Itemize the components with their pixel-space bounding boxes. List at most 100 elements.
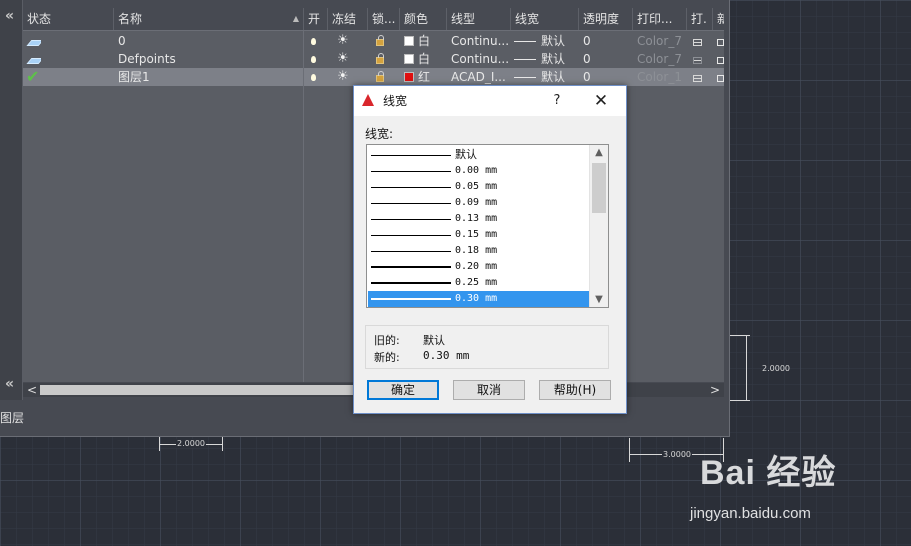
scroll-left-icon[interactable]: < (27, 383, 37, 397)
dimension-line (629, 438, 630, 462)
scroll-up-icon[interactable]: ▲ (590, 147, 608, 158)
layer-linetype[interactable]: Continu... (451, 32, 509, 50)
printer-icon[interactable] (689, 32, 702, 50)
lineweight-dialog: 线宽 ? ✕ 线宽: 默认 0.00 mm 0.05 mm 0.09 mm 0.… (353, 85, 627, 414)
column-header-freeze[interactable]: 冻结 (328, 8, 368, 30)
layer-lineweight-value: 默认 (541, 70, 566, 84)
lineweight-option[interactable]: 0.20 mm (368, 259, 590, 275)
column-header-linetype[interactable]: 线型 (447, 8, 511, 30)
layer-name[interactable]: Defpoints (118, 50, 176, 68)
lineweight-option-selected[interactable]: 0.30 mm (368, 291, 590, 307)
new-viewport-freeze-icon[interactable] (713, 68, 724, 86)
layer-plot-style[interactable]: Color_7 (637, 50, 682, 68)
layer-color[interactable]: 红 (404, 68, 430, 86)
column-header-name-label: 名称 (118, 12, 143, 26)
lineweight-option-label: 0.25 mm (455, 277, 498, 288)
scroll-down-icon[interactable]: ▼ (590, 294, 608, 305)
ok-button[interactable]: 确定 (367, 380, 439, 400)
layer-transparency[interactable]: 0 (583, 68, 591, 86)
lineweight-info-box: 旧的: 默认 新的: 0.30 mm (365, 325, 609, 369)
old-lineweight-value: 默认 (423, 334, 445, 347)
layer-lineweight-value: 默认 (541, 52, 566, 66)
watermark-url: jingyan.baidu.com (690, 505, 811, 522)
layer-transparency[interactable]: 0 (583, 32, 591, 50)
layer-lineweight[interactable]: 默认 (514, 68, 565, 86)
dialog-titlebar[interactable]: 线宽 ? ✕ (354, 86, 626, 116)
new-lineweight-value: 0.30 mm (423, 349, 470, 362)
help-button[interactable]: 帮助(H) (539, 380, 611, 400)
help-icon[interactable]: ? (551, 86, 563, 116)
layer-color[interactable]: 白 (404, 32, 430, 50)
sun-thaw-icon[interactable]: ☀ (337, 32, 349, 50)
layer-plot-style[interactable]: Color_1 (637, 68, 682, 86)
collapse-chevron-icon[interactable]: « (5, 8, 14, 24)
layer-lineweight[interactable]: 默认 (514, 50, 565, 68)
printer-icon[interactable] (689, 68, 702, 86)
dimension-line (159, 437, 160, 451)
lineweight-option-label: 0.18 mm (455, 245, 498, 256)
lineweight-option[interactable]: 0.00 mm (368, 163, 590, 179)
lightbulb-on-icon[interactable] (304, 32, 316, 50)
close-icon[interactable]: ✕ (593, 86, 609, 116)
layer-color-name: 白 (418, 52, 431, 66)
layer-linetype[interactable]: ACAD_I... (451, 68, 509, 86)
dimension-line (222, 437, 223, 451)
column-header-name[interactable]: 名称 ▲ (114, 8, 304, 30)
palette-side-strip: « « (0, 0, 23, 400)
column-header-plot[interactable]: 打. (687, 8, 713, 30)
lightbulb-on-icon[interactable] (304, 68, 316, 86)
lineweight-option-label: 默认 (455, 148, 477, 161)
unlock-icon[interactable] (372, 50, 384, 68)
layer-lineweight[interactable]: 默认 (514, 32, 565, 50)
lineweight-option-label: 0.05 mm (455, 181, 498, 192)
expand-chevron-icon[interactable]: « (5, 376, 14, 392)
scrollbar-thumb[interactable] (40, 385, 380, 395)
layer-linetype[interactable]: Continu... (451, 50, 509, 68)
layer-transparency[interactable]: 0 (583, 50, 591, 68)
column-header-on[interactable]: 开 (304, 8, 328, 30)
lineweight-option[interactable]: 0.18 mm (368, 243, 590, 259)
scroll-right-icon[interactable]: > (710, 383, 720, 397)
sun-thaw-icon[interactable]: ☀ (337, 50, 349, 68)
cancel-button[interactable]: 取消 (453, 380, 525, 400)
column-header-lock[interactable]: 锁... (368, 8, 400, 30)
sun-thaw-icon[interactable]: ☀ (337, 68, 349, 86)
lineweight-option[interactable]: 默认 (368, 147, 590, 163)
column-header-lineweight[interactable]: 线宽 (511, 8, 579, 30)
unlock-icon[interactable] (372, 68, 384, 86)
dimension-line (730, 400, 750, 401)
layer-row[interactable]: 0 ☀ 白 Continu... 默认 0 Color_7 (23, 32, 724, 50)
layer-name[interactable]: 0 (118, 32, 126, 50)
printer-disabled-icon[interactable] (689, 50, 702, 68)
layer-color-name: 红 (418, 70, 431, 84)
lineweight-option-label: 0.20 mm (455, 261, 498, 272)
layer-row-selected[interactable]: ✔ 图层1 ☀ 红 ACAD_I... 默认 0 Color_1 (23, 68, 724, 86)
lineweight-option[interactable]: 0.15 mm (368, 227, 590, 243)
dimension-text-width: 2.0000 (176, 439, 206, 448)
lineweight-list[interactable]: 默认 0.00 mm 0.05 mm 0.09 mm 0.13 mm 0.15 … (366, 144, 609, 308)
sort-arrow-icon: ▲ (292, 14, 299, 23)
layer-color-name: 白 (418, 34, 431, 48)
scrollbar-thumb[interactable] (592, 163, 606, 213)
lineweight-option[interactable]: 0.25 mm (368, 275, 590, 291)
new-viewport-freeze-icon[interactable] (713, 50, 724, 68)
column-header-transparency[interactable]: 透明度 (579, 8, 633, 30)
column-header-plot-style[interactable]: 打印... (633, 8, 687, 30)
lineweight-option[interactable]: 0.05 mm (368, 179, 590, 195)
layer-row[interactable]: Defpoints ☀ 白 Continu... 默认 0 Color_7 (23, 50, 724, 68)
column-divider (303, 30, 304, 382)
layer-name[interactable]: 图层1 (118, 68, 150, 86)
unlock-icon[interactable] (372, 32, 384, 50)
column-header-new-vp-freeze[interactable]: 新 (713, 8, 724, 30)
layer-plot-style[interactable]: Color_7 (637, 32, 682, 50)
column-header-status[interactable]: 状态 (23, 8, 114, 30)
lineweight-option[interactable]: 0.13 mm (368, 211, 590, 227)
layer-color[interactable]: 白 (404, 50, 430, 68)
lightbulb-on-icon[interactable] (304, 50, 316, 68)
lineweight-option-label: 0.13 mm (455, 213, 498, 224)
column-header-color[interactable]: 颜色 (400, 8, 447, 30)
layer-lineweight-value: 默认 (541, 34, 566, 48)
new-viewport-freeze-icon[interactable] (713, 32, 724, 50)
lineweight-list-scrollbar[interactable]: ▲ ▼ (589, 145, 608, 307)
lineweight-option[interactable]: 0.09 mm (368, 195, 590, 211)
